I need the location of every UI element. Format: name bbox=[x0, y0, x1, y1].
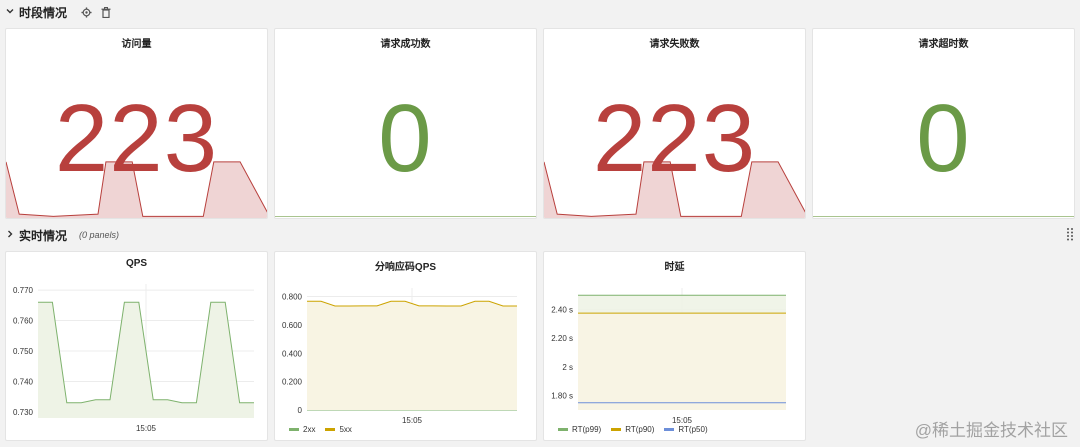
legend-item[interactable]: RT(p50) bbox=[664, 425, 708, 434]
y-tick-label: 0.200 bbox=[282, 378, 303, 387]
y-tick-label: 2.20 s bbox=[551, 334, 573, 343]
y-tick-label: 0.800 bbox=[282, 293, 303, 302]
y-tick-label: 0.750 bbox=[13, 347, 34, 356]
drag-handle-icon[interactable] bbox=[1066, 227, 1074, 241]
legend-swatch bbox=[611, 428, 622, 431]
legend-item[interactable]: RT(p90) bbox=[611, 425, 654, 434]
y-tick-label: 0.740 bbox=[13, 377, 34, 386]
stat-panel-failed: 请求失败数 223 bbox=[543, 28, 806, 219]
legend-label: RT(p50) bbox=[678, 425, 708, 434]
chart-legend: 2xx 5xx bbox=[289, 425, 352, 434]
legend-label: RT(p90) bbox=[625, 425, 655, 434]
panel-title: 访问量 bbox=[121, 39, 152, 50]
chart-legend: RT(p99) RT(p90) RT(p50) bbox=[558, 425, 708, 434]
y-tick-label: 0.600 bbox=[282, 321, 303, 330]
qps-chart[interactable]: 0.770 0.760 0.750 0.740 0.730 15:05 bbox=[6, 252, 268, 441]
panel-title: 请求超时数 bbox=[918, 39, 969, 50]
legend-item[interactable]: 2xx bbox=[289, 425, 315, 434]
codes-chart[interactable]: 0.800 0.600 0.400 0.200 0 15:05 bbox=[275, 252, 537, 441]
legend-item[interactable]: RT(p99) bbox=[558, 425, 601, 434]
legend-swatch bbox=[289, 428, 299, 431]
x-tick-label: 15:05 bbox=[402, 416, 423, 425]
stat-panel-timeout: 请求超时数 0 bbox=[812, 28, 1075, 219]
legend-label: 2xx bbox=[303, 425, 316, 434]
legend-swatch bbox=[558, 428, 568, 431]
legend-swatch bbox=[664, 428, 675, 431]
panel-count: (0 panels) bbox=[79, 230, 120, 240]
y-tick-label: 2.40 s bbox=[551, 306, 573, 315]
stat-value: 0 bbox=[378, 85, 433, 192]
stat-panel-visits: 访问量 223 bbox=[5, 28, 268, 219]
x-tick-label: 15:05 bbox=[136, 424, 157, 433]
stat-value: 0 bbox=[916, 85, 971, 192]
legend-swatch bbox=[325, 428, 336, 431]
row-title[interactable]: 时段情况 bbox=[19, 4, 67, 21]
panel-title: 请求成功数 bbox=[380, 39, 431, 50]
panel-title: 请求失败数 bbox=[649, 39, 700, 50]
stat-panel-success: 请求成功数 0 bbox=[274, 28, 537, 219]
graph-panel-latency: 时延 2.40 s 2.20 s2 s 1.80 s 15:05 RT(p99) RT… bbox=[543, 251, 806, 441]
watermark: @稀土掘金技术社区 bbox=[914, 421, 1068, 440]
row-header-realtime[interactable]: 实时情况 (0 panels) bbox=[0, 223, 1080, 247]
legend-label: 5xx bbox=[339, 425, 352, 434]
chevron-right-icon[interactable] bbox=[6, 229, 14, 241]
latency-chart[interactable]: 2.40 s 2.20 s 2 s 1.80 s 15:05 bbox=[544, 252, 806, 441]
series-area bbox=[578, 313, 786, 410]
graph-panel-qps: QPS 0.770 0.760 0.750 0.740 0.730 15:05 bbox=[5, 251, 268, 441]
series-area bbox=[307, 301, 517, 410]
row-title[interactable]: 实时情况 bbox=[19, 227, 67, 244]
trash-icon[interactable] bbox=[99, 5, 113, 19]
chevron-down-icon[interactable] bbox=[6, 6, 14, 18]
x-tick-label: 15:05 bbox=[672, 416, 693, 425]
legend-item[interactable]: 5xx bbox=[325, 425, 352, 434]
legend-label: RT(p99) bbox=[572, 425, 602, 434]
y-tick-label: 0 bbox=[298, 406, 303, 415]
gear-icon[interactable] bbox=[79, 5, 93, 19]
stat-value: 223 bbox=[592, 85, 757, 192]
y-tick-label: 0.400 bbox=[282, 349, 303, 358]
row-header-period[interactable]: 时段情况 bbox=[0, 0, 1080, 24]
y-tick-label: 0.730 bbox=[13, 408, 34, 417]
y-tick-label: 2 s bbox=[562, 363, 573, 372]
stat-value: 223 bbox=[54, 85, 219, 192]
y-tick-label: 0.770 bbox=[13, 286, 34, 295]
y-tick-label: 1.80 s bbox=[551, 392, 573, 401]
y-tick-label: 0.760 bbox=[13, 317, 34, 326]
graph-panel-codes: 分响应码QPS 0.800 0.600 0.400 0.200 0 15:05 2xx 5… bbox=[274, 251, 537, 441]
